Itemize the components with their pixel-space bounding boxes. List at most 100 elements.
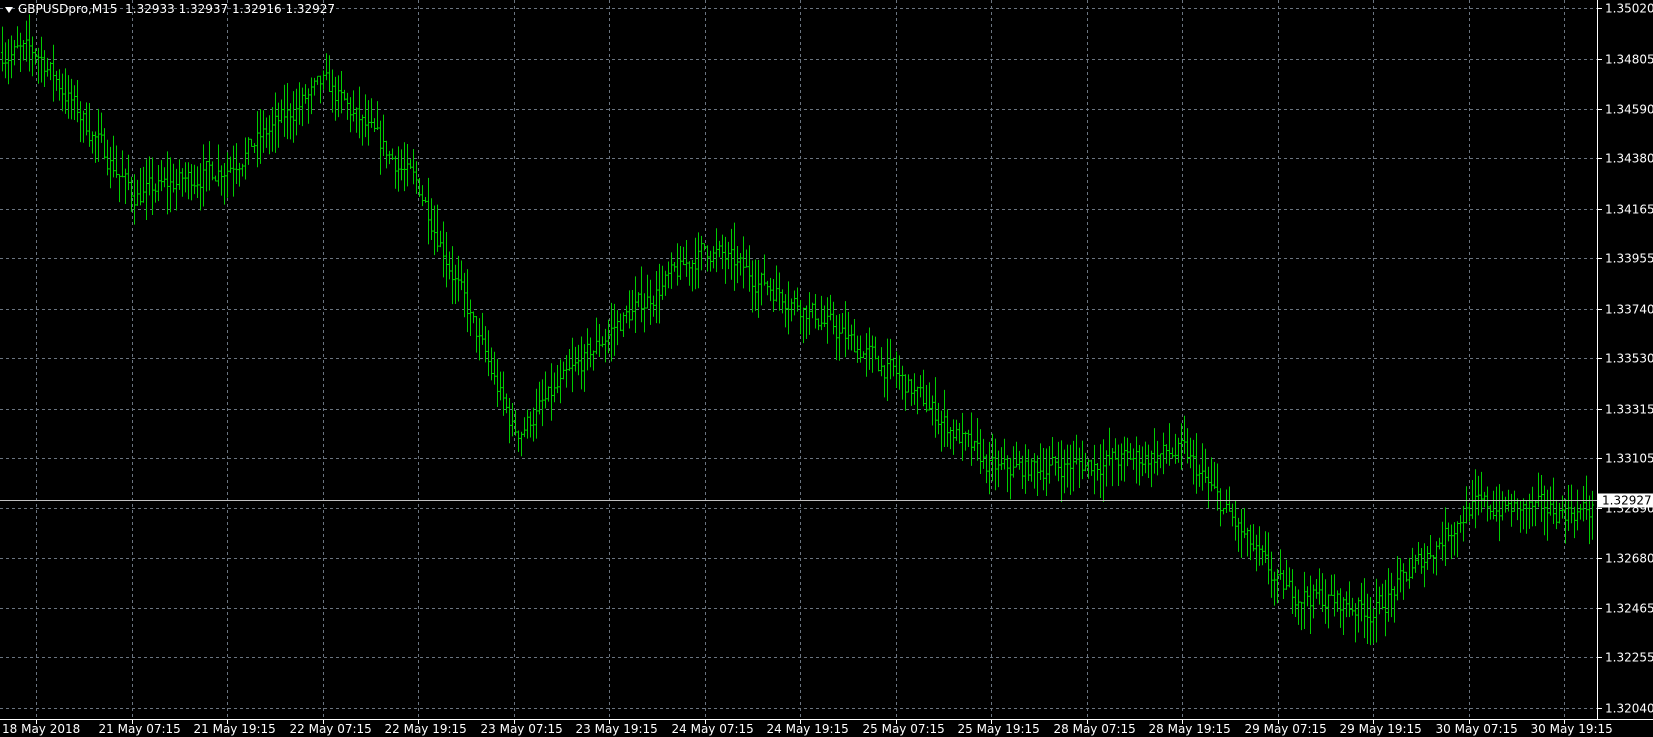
ohlc-bar bbox=[1378, 586, 1381, 615]
ohlc-bar bbox=[1369, 596, 1372, 646]
ohlc-bar bbox=[730, 228, 733, 280]
ohlc-bar bbox=[1261, 545, 1264, 566]
ohlc-bar bbox=[1063, 449, 1066, 494]
ohlc-bar bbox=[892, 357, 895, 377]
ohlc-bar bbox=[925, 384, 928, 413]
ohlc-bar bbox=[988, 441, 991, 495]
ohlc-bar bbox=[589, 337, 592, 368]
current-price-text: 1.32927 bbox=[1602, 494, 1652, 508]
ohlc-bar bbox=[604, 328, 607, 363]
ohlc-bar bbox=[1246, 527, 1249, 557]
time-tick-label: 23 May 07:15 bbox=[481, 722, 563, 736]
time-tick-label: 25 May 19:15 bbox=[958, 722, 1040, 736]
ohlc-bar bbox=[1402, 563, 1405, 600]
ohlc-bar bbox=[1141, 446, 1144, 477]
dropdown-triangle-icon[interactable] bbox=[5, 6, 13, 13]
ohlc-bar bbox=[1303, 571, 1306, 630]
time-tick-label: 23 May 19:15 bbox=[576, 722, 658, 736]
ohlc-bar bbox=[649, 279, 652, 325]
ohlc-bar bbox=[1195, 433, 1198, 494]
ohlc-bar bbox=[1528, 493, 1531, 529]
ohlc-bar bbox=[1381, 583, 1384, 610]
ohlc-bar bbox=[676, 243, 679, 286]
ohlc-bar bbox=[784, 294, 787, 328]
ohlc-bar bbox=[106, 139, 109, 176]
ohlc-bar bbox=[283, 84, 286, 137]
ohlc-bar bbox=[964, 431, 967, 451]
ohlc-bar bbox=[397, 146, 400, 192]
ohlc-bar bbox=[457, 255, 460, 302]
ohlc-bar bbox=[1309, 575, 1312, 634]
ohlc-bar bbox=[739, 252, 742, 276]
ohlc-bar bbox=[682, 246, 685, 266]
ohlc-bar bbox=[829, 294, 832, 321]
ohlc-bar bbox=[817, 318, 820, 331]
ohlc-bar bbox=[412, 148, 415, 185]
ohlc-bar bbox=[1216, 463, 1219, 511]
ohlc-bar bbox=[340, 70, 343, 114]
ohlc-bar bbox=[1207, 466, 1210, 509]
ohlc-bar bbox=[508, 397, 511, 444]
ohlc-bar bbox=[1450, 524, 1453, 560]
ohlc-bar bbox=[544, 371, 547, 409]
ohlc-bar bbox=[1036, 455, 1039, 496]
ohlc-bar bbox=[7, 39, 10, 85]
ohlc-bar bbox=[811, 302, 814, 319]
ohlc-bar bbox=[1210, 457, 1213, 492]
ohlc-bar bbox=[52, 44, 55, 102]
chart-header: GBPUSDpro,M15 1.32933 1.32937 1.32916 1.… bbox=[5, 2, 335, 16]
ohlc-bar bbox=[970, 412, 973, 466]
ohlc-bar bbox=[487, 330, 490, 377]
ohlc-bar bbox=[298, 82, 301, 125]
ohlc-bar bbox=[112, 135, 115, 178]
ohlc-bar bbox=[1576, 489, 1579, 531]
ohlc-bar bbox=[601, 336, 604, 348]
ohlc-bar bbox=[910, 379, 913, 406]
ohlc-bar bbox=[1315, 578, 1318, 599]
ohlc-bar bbox=[1201, 443, 1204, 491]
ohlc-bar bbox=[667, 261, 670, 289]
ohlc-bar bbox=[313, 77, 316, 96]
time-tick-label: 18 May 2018 bbox=[2, 722, 80, 736]
ohlc-bar bbox=[1297, 589, 1300, 625]
ohlc-bar bbox=[754, 259, 757, 311]
ohlc-bar bbox=[637, 292, 640, 308]
ohlc-bar bbox=[301, 87, 304, 127]
ohlc-bar bbox=[424, 196, 427, 203]
ohlc-bar bbox=[250, 138, 253, 147]
ohlc-bar bbox=[1165, 444, 1168, 464]
ohlc-bar bbox=[271, 107, 274, 152]
ohlc-bar bbox=[352, 90, 355, 122]
ohlc-bar bbox=[1306, 586, 1309, 607]
ohlc-bar bbox=[622, 312, 625, 338]
ohlc-bar bbox=[421, 185, 424, 207]
ohlc-bar bbox=[325, 53, 328, 81]
ohlc-bar bbox=[1555, 499, 1558, 530]
ohlc-bar bbox=[385, 140, 388, 169]
ohlc-bar bbox=[703, 243, 706, 251]
ohlc-bar bbox=[1408, 557, 1411, 589]
ohlc-bar bbox=[1345, 591, 1348, 618]
ohlc-bar bbox=[721, 234, 724, 270]
ohlc-bar bbox=[1300, 601, 1303, 631]
ohlc-bar bbox=[1204, 448, 1207, 483]
ohlc-bar bbox=[625, 305, 628, 324]
ohlc-bar bbox=[1516, 498, 1519, 521]
time-tick-label: 22 May 07:15 bbox=[290, 722, 372, 736]
ohlc-bar bbox=[1441, 521, 1444, 561]
ohlc-bar bbox=[58, 69, 61, 101]
ohlc-bar bbox=[355, 107, 358, 133]
ohlc-bar bbox=[103, 128, 106, 160]
ohlc-bar bbox=[406, 143, 409, 187]
ohlc-values: 1.32933 1.32937 1.32916 1.32927 bbox=[125, 2, 336, 16]
ohlc-bar bbox=[295, 88, 298, 136]
ohlc-bar bbox=[715, 228, 718, 273]
price-chart[interactable]: 1.35020 1.34805 1.34590 1.34380 1.34165 1.339… bbox=[0, 0, 1653, 737]
ohlc-bar bbox=[1390, 572, 1393, 618]
ohlc-bar bbox=[952, 419, 955, 455]
price-tick-label: 1.33105 bbox=[1605, 452, 1653, 466]
ohlc-bar bbox=[1462, 505, 1465, 542]
ohlc-bar bbox=[337, 75, 340, 118]
ohlc-bar bbox=[1387, 568, 1390, 622]
ohlc-bar bbox=[1219, 488, 1222, 527]
